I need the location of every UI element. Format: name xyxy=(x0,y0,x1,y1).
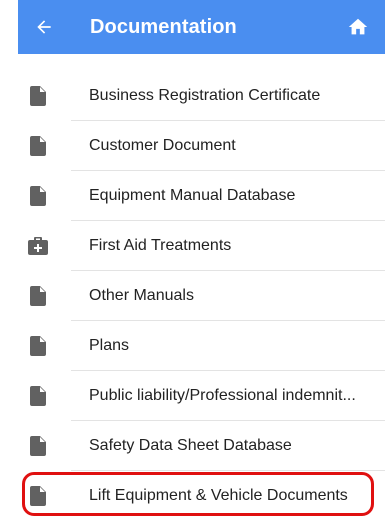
list-item-label: Equipment Manual Database xyxy=(89,187,296,204)
list-item-label: Safety Data Sheet Database xyxy=(89,437,292,454)
document-icon xyxy=(28,285,48,307)
document-icon xyxy=(28,85,48,107)
home-button[interactable] xyxy=(343,12,373,42)
list-item-public-liability[interactable]: Public liability/Professional indemnit..… xyxy=(18,371,385,421)
list-item-label: Public liability/Professional indemnit..… xyxy=(89,387,356,404)
list-item-customer-document[interactable]: Customer Document xyxy=(18,121,385,171)
list-item-label: Customer Document xyxy=(89,137,236,154)
list-item-label: Plans xyxy=(89,337,130,354)
document-icon xyxy=(28,335,48,357)
documentation-list: Business Registration Certificate Custom… xyxy=(18,71,385,521)
list-item-plans[interactable]: Plans xyxy=(18,321,385,371)
document-icon xyxy=(28,135,48,157)
list-item-first-aid-treatments[interactable]: First Aid Treatments xyxy=(18,221,385,271)
app-bar: Documentation xyxy=(18,0,385,54)
list-item-label: Lift Equipment & Vehicle Documents xyxy=(89,487,348,504)
list-item-other-manuals[interactable]: Other Manuals xyxy=(18,271,385,321)
arrow-left-icon xyxy=(37,20,51,34)
document-icon xyxy=(28,435,48,457)
list-item-safety-data-sheet-database[interactable]: Safety Data Sheet Database xyxy=(18,421,385,471)
app-screen: Documentation Business Registration Cert… xyxy=(0,0,385,522)
home-icon xyxy=(348,18,368,35)
first-aid-kit-icon xyxy=(28,235,48,257)
document-icon xyxy=(28,485,48,507)
document-icon xyxy=(28,185,48,207)
list-item-lift-equipment-vehicle-documents[interactable]: Lift Equipment & Vehicle Documents xyxy=(18,471,385,521)
page-title: Documentation xyxy=(90,16,237,38)
document-icon xyxy=(28,385,48,407)
list-item-label: Other Manuals xyxy=(89,287,194,304)
list-item-label: Business Registration Certificate xyxy=(89,87,321,104)
list-item-label: First Aid Treatments xyxy=(89,237,232,254)
list-item-equipment-manual-database[interactable]: Equipment Manual Database xyxy=(18,171,385,221)
back-button[interactable] xyxy=(28,13,60,41)
list-item-business-registration-certificate[interactable]: Business Registration Certificate xyxy=(18,71,385,121)
